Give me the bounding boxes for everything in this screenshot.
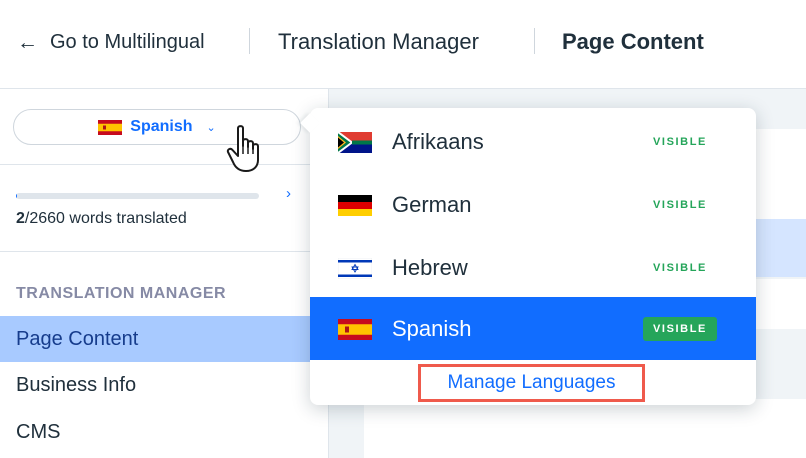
total-words-text: /2660 words translated xyxy=(24,210,187,227)
divider xyxy=(0,164,328,165)
language-option-afrikaans[interactable]: Afrikaans VISIBLE xyxy=(310,110,756,173)
translated-count: 2 xyxy=(16,210,25,227)
language-name: Afrikaans xyxy=(392,128,484,154)
words-translated-text: 2/2660 words translated xyxy=(16,210,187,228)
manage-languages-link[interactable]: Manage Languages xyxy=(418,364,645,402)
status-badge: VISIBLE xyxy=(653,135,707,148)
top-bar: ← Go to Multilingual Translation Manager… xyxy=(0,0,806,89)
nav-item-page-content[interactable]: Page Content xyxy=(0,316,328,362)
nav-item-business-info[interactable]: Business Info xyxy=(0,362,328,408)
selected-language-label: Spanish xyxy=(130,118,193,135)
language-option-german[interactable]: German VISIBLE xyxy=(310,173,756,236)
hand-pointer-cursor-icon xyxy=(226,125,259,172)
language-name: German xyxy=(392,191,472,217)
language-name: Spanish xyxy=(392,315,472,341)
chevron-right-icon[interactable]: › xyxy=(286,185,291,202)
divider xyxy=(0,251,328,252)
back-arrow-icon: ← xyxy=(17,30,38,54)
south-africa-flag-icon xyxy=(338,132,372,153)
status-badge: VISIBLE xyxy=(643,316,717,341)
chevron-down-icon: ⌄ xyxy=(206,121,216,134)
language-option-hebrew[interactable]: Hebrew VISIBLE xyxy=(310,236,756,299)
status-badge: VISIBLE xyxy=(653,198,707,211)
translation-progress-bar xyxy=(16,193,259,199)
language-name: Hebrew xyxy=(392,254,468,280)
status-badge: VISIBLE xyxy=(653,261,707,274)
section-title: TRANSLATION MANAGER xyxy=(16,285,227,302)
sidebar: Spanish ⌄ › 2/2660 words translated TRAN… xyxy=(0,89,329,458)
breadcrumb-separator xyxy=(534,28,535,54)
content-card xyxy=(364,399,806,458)
nav-item-cms[interactable]: CMS xyxy=(0,409,328,455)
germany-flag-icon xyxy=(338,195,372,216)
language-option-spanish[interactable]: Spanish VISIBLE xyxy=(310,297,756,360)
israel-flag-icon xyxy=(338,258,372,279)
page-title: Page Content xyxy=(562,29,704,54)
language-dropdown: Afrikaans VISIBLE German VISIBLE Hebrew … xyxy=(300,108,756,405)
back-to-multilingual-link[interactable]: ← Go to Multilingual xyxy=(17,28,205,56)
breadcrumb-translation-manager[interactable]: Translation Manager xyxy=(278,28,479,56)
selected-row xyxy=(756,219,806,277)
spain-flag-icon xyxy=(98,119,123,135)
spain-flag-icon xyxy=(338,319,372,340)
back-label: Go to Multilingual xyxy=(50,30,205,53)
breadcrumb-separator xyxy=(249,28,250,54)
